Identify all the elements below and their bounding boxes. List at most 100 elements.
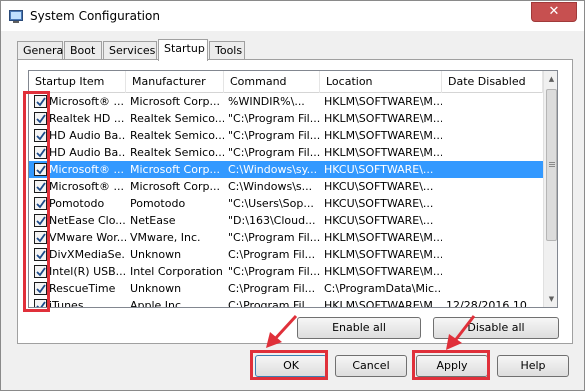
cell-date-disabled xyxy=(442,144,543,161)
cell-startup-item: Microsoft® ... xyxy=(49,163,125,176)
table-row[interactable]: Pomotodo Pomotodo "C:\Users\Sop... HKCU\SOF… xyxy=(29,195,543,212)
vertical-scrollbar[interactable]: ▲ ▼ xyxy=(543,71,557,307)
cell-manufacturer: Microsoft Corp... xyxy=(130,163,220,176)
cell-date-disabled xyxy=(442,229,543,246)
table-row[interactable]: DivXMediaSe... Unknown C:\Program Fil... HK… xyxy=(29,246,543,263)
cancel-button[interactable]: Cancel xyxy=(335,355,407,377)
cell-command: "C:\Program Fil... xyxy=(228,112,320,125)
disable-all-button[interactable]: Disable all xyxy=(433,317,559,339)
cell-date-disabled xyxy=(442,246,543,263)
cell-manufacturer: Unknown xyxy=(130,248,182,261)
table-row[interactable]: Microsoft® ... Microsoft Corp... C:\Window… xyxy=(29,161,543,178)
cell-location: HKCU\SOFTWARE\... xyxy=(324,197,434,210)
cell-manufacturer: Unknown xyxy=(130,282,182,295)
help-button[interactable]: Help xyxy=(497,355,569,377)
cell-startup-item: HD Audio Ba... xyxy=(49,129,126,142)
cell-location: HKLM\SOFTWARE\M... xyxy=(324,112,442,125)
cell-location: HKLM\SOFTWARE\M... xyxy=(324,95,442,108)
cell-date-disabled xyxy=(442,178,543,195)
scrollbar-thumb[interactable] xyxy=(546,89,557,241)
table-row[interactable]: HD Audio Ba... Realtek Semico... "C:\Progr… xyxy=(29,127,543,144)
column-header-startup-item[interactable]: Startup Item xyxy=(29,71,126,93)
cell-location: HKLM\SOFTWARE\M... xyxy=(324,129,442,142)
cell-date-disabled xyxy=(442,263,543,280)
cell-startup-item: HD Audio Ba... xyxy=(49,146,126,159)
table-row[interactable]: HD Audio Ba... Realtek Semico... "C:\Progr… xyxy=(29,144,543,161)
startup-items-list[interactable]: Startup Item Manufacturer Command Locati… xyxy=(28,70,558,308)
cell-command: C:\Program Fil... xyxy=(228,299,316,308)
cell-location: HKCU\SOFTWARE\... xyxy=(324,214,434,227)
window-title: System Configuration xyxy=(30,9,160,23)
system-configuration-window: System Configuration ✕ General Boot Serv… xyxy=(0,0,585,391)
scroll-down-arrow-icon[interactable]: ▼ xyxy=(544,291,557,307)
cell-date-disabled xyxy=(442,110,543,127)
close-button[interactable]: ✕ xyxy=(531,2,577,22)
title-bar[interactable]: System Configuration ✕ xyxy=(1,1,584,31)
apply-button[interactable]: Apply xyxy=(416,355,488,377)
cell-startup-item: Microsoft® ... xyxy=(49,180,125,193)
table-row[interactable]: Realtek HD ... Realtek Semico... "C:\Progr… xyxy=(29,110,543,127)
thumb-grip-line xyxy=(549,162,555,163)
cell-startup-item: Intel(R) USB... xyxy=(49,265,126,278)
cell-manufacturer: Realtek Semico... xyxy=(130,146,224,159)
cell-date-disabled xyxy=(442,161,543,178)
cell-manufacturer: Microsoft Corp... xyxy=(130,180,220,193)
cell-manufacturer: Pomotodo xyxy=(130,197,186,210)
cell-startup-item: Realtek HD ... xyxy=(49,112,125,125)
cell-date-disabled xyxy=(442,93,543,110)
cell-location: HKCU\SOFTWARE\... xyxy=(324,163,434,176)
column-header-location[interactable]: Location xyxy=(320,71,442,93)
tab-general[interactable]: General xyxy=(17,41,66,60)
cell-command: "D:\163\Cloud... xyxy=(228,214,316,227)
cell-startup-item: Microsoft® ... xyxy=(49,95,125,108)
cell-command: C:\Program Fil... xyxy=(228,282,316,295)
cell-startup-item: NetEase Clo... xyxy=(49,214,126,227)
cell-command: C:\Program Fil... xyxy=(228,248,316,261)
tab-startup[interactable]: Startup xyxy=(158,39,208,61)
table-row[interactable]: Microsoft® ... Microsoft Corp... C:\Window… xyxy=(29,178,543,195)
column-header-row: Startup Item Manufacturer Command Locati… xyxy=(29,71,557,93)
table-row[interactable]: NetEase Clo... NetEase "D:\163\Cloud... HKC… xyxy=(29,212,543,229)
tab-services[interactable]: Services xyxy=(103,41,157,60)
cell-date-disabled xyxy=(442,280,543,297)
cell-manufacturer: Apple Inc. xyxy=(130,299,185,308)
cell-manufacturer: Microsoft Corp... xyxy=(130,95,220,108)
thumb-grip-line xyxy=(549,164,555,165)
cell-command: "C:\Program Fil... xyxy=(228,146,320,159)
column-header-command[interactable]: Command xyxy=(224,71,320,93)
table-row[interactable]: Microsoft® ... Microsoft Corp... %WINDIR%\… xyxy=(29,93,543,110)
cell-location: HKCU\SOFTWARE\... xyxy=(324,180,434,193)
cell-manufacturer: VMware, Inc. xyxy=(130,231,201,244)
scroll-up-arrow-icon[interactable]: ▲ xyxy=(544,71,557,87)
system-configuration-icon xyxy=(9,9,23,23)
ok-button[interactable]: OK xyxy=(255,355,327,377)
table-row[interactable]: VMware Wor... VMware, Inc. "C:\Program Fil… xyxy=(29,229,543,246)
table-row[interactable]: iTunes Apple Inc. C:\Program Fil... HKLM\SO… xyxy=(29,297,543,308)
startup-tab-panel: Startup Item Manufacturer Command Locati… xyxy=(17,59,573,344)
cell-startup-item: DivXMediaSe... xyxy=(49,248,126,261)
cell-manufacturer: NetEase xyxy=(130,214,176,227)
cell-date-disabled: 12/28/2016 10... xyxy=(446,299,538,308)
cell-location: HKLM\SOFTWARE\M... xyxy=(324,231,442,244)
cell-location: HKLM\SOFTWARE\M... xyxy=(324,299,442,308)
cell-location: C:\ProgramData\Mic... xyxy=(324,282,442,295)
tab-tools[interactable]: Tools xyxy=(209,41,245,60)
close-icon: ✕ xyxy=(548,4,560,19)
cell-location: HKLM\SOFTWARE\M... xyxy=(324,146,442,159)
cell-location: HKLM\SOFTWARE\M... xyxy=(324,265,442,278)
enable-all-button[interactable]: Enable all xyxy=(297,317,421,339)
cell-startup-item: Pomotodo xyxy=(49,197,105,210)
cell-command: %WINDIR%\... xyxy=(228,95,305,108)
cell-manufacturer: Realtek Semico... xyxy=(130,112,224,125)
cell-date-disabled xyxy=(442,212,543,229)
cell-startup-item: iTunes xyxy=(49,299,84,308)
column-header-manufacturer[interactable]: Manufacturer xyxy=(126,71,224,93)
cell-location: HKLM\SOFTWARE\M... xyxy=(324,248,442,261)
table-row[interactable]: RescueTime Unknown C:\Program Fil... C:\Pro… xyxy=(29,280,543,297)
cell-command: "C:\Program Fil... xyxy=(228,231,320,244)
thumb-grip-line xyxy=(549,166,555,167)
cell-startup-item: RescueTime xyxy=(49,282,116,295)
column-header-date-disabled[interactable]: Date Disabled xyxy=(442,71,543,93)
table-row[interactable]: Intel(R) USB... Intel Corporation "C:\Prog… xyxy=(29,263,543,280)
tab-boot[interactable]: Boot xyxy=(64,41,102,60)
